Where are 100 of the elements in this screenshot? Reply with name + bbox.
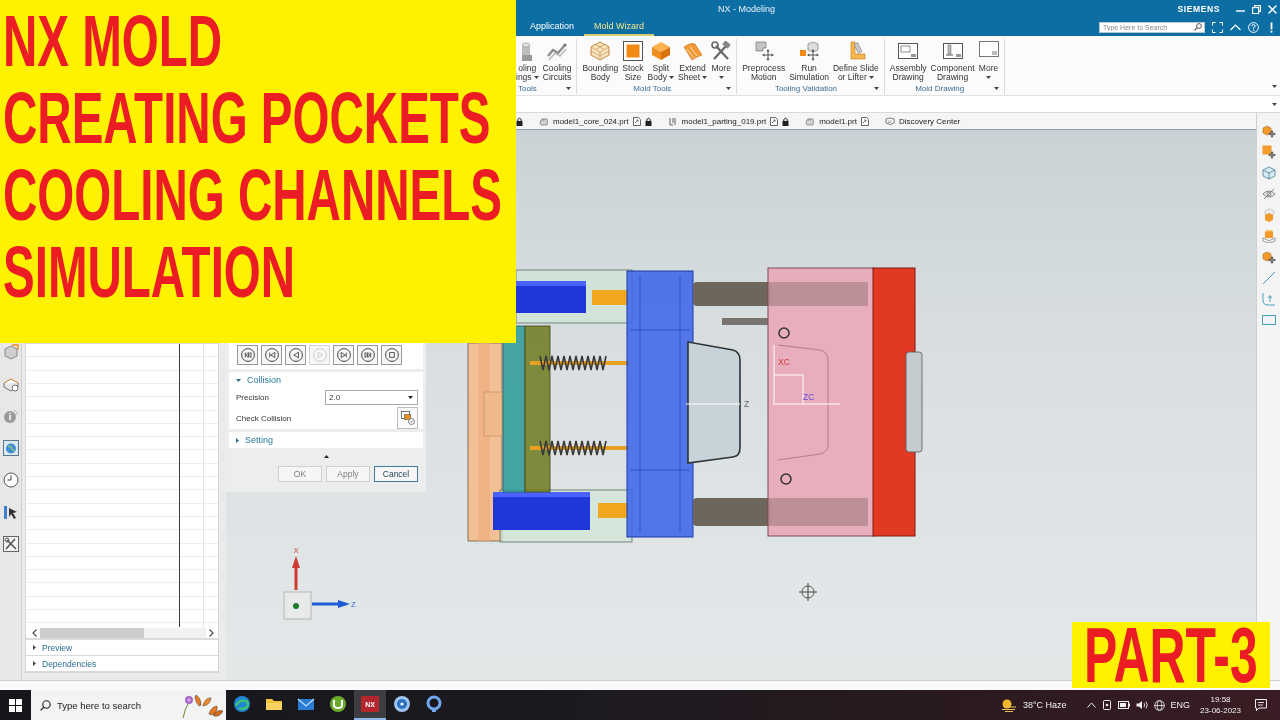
caret-up-icon[interactable] (323, 455, 329, 458)
group-label: Mold Tools (632, 84, 673, 93)
part-icon (805, 116, 816, 126)
caret-down-icon[interactable] (986, 76, 992, 79)
caret-down-icon[interactable] (993, 87, 999, 90)
line-icon[interactable] (1261, 271, 1276, 285)
section-header[interactable]: Collision (229, 372, 423, 388)
pointer-icon[interactable] (2, 504, 19, 520)
ribbon-button[interactable]: Component Drawing (930, 40, 975, 82)
z-axis-arrow (312, 600, 350, 608)
ribbon-button[interactable]: More (978, 40, 999, 82)
cube-icon (650, 41, 671, 61)
scrollbar-thumb[interactable] (40, 627, 144, 638)
file-tab[interactable]: model1_parting_019.prt (667, 116, 790, 126)
restore-icon[interactable] (1251, 4, 1261, 14)
cube-move-icon[interactable] (1261, 124, 1276, 138)
caret-down-icon[interactable] (1272, 102, 1277, 106)
cube-move-icon[interactable] (1261, 250, 1276, 264)
square-move-icon[interactable] (1261, 145, 1276, 159)
playback-button[interactable] (381, 345, 402, 365)
file-tab[interactable]: model1_core_024.prt (539, 116, 652, 126)
notification-icon[interactable] (1255, 699, 1267, 711)
playback-button[interactable] (357, 345, 378, 365)
caret-right-icon[interactable] (33, 645, 36, 650)
battery-icon[interactable] (1117, 701, 1130, 709)
file-tab[interactable]: model1.prt (805, 116, 869, 126)
group-label: Mold Drawing (914, 84, 966, 93)
part-icon (539, 116, 549, 126)
clock-icon[interactable] (2, 472, 19, 488)
tools-icon (711, 41, 732, 61)
section-header[interactable]: Dependencies (26, 656, 218, 672)
rectangle-icon[interactable] (1261, 313, 1276, 327)
chevron-left-icon[interactable] (32, 628, 37, 637)
wireframe-box-icon (590, 41, 611, 61)
playback-button[interactable] (333, 345, 354, 365)
file-tab[interactable]: Discovery Center (884, 116, 961, 126)
caret-down-icon[interactable] (566, 87, 572, 90)
language-indicator[interactable]: ENG (1170, 700, 1191, 710)
ribbon-button[interactable]: Define Slide or Lifter (832, 40, 879, 82)
ribbon-button[interactable]: Assembly Drawing (889, 40, 927, 82)
ribbon-button[interactable]: Extend Sheet (678, 40, 708, 82)
caret-down-icon[interactable] (726, 87, 732, 90)
caret-down-icon[interactable] (533, 76, 539, 79)
ribbon-button[interactable]: Preprocess Motion (742, 40, 786, 82)
fullscreen-icon[interactable] (1212, 21, 1223, 33)
skip-forward-icon (360, 348, 375, 362)
stacked-parts-icon[interactable] (2, 376, 19, 392)
playback-button[interactable] (237, 345, 258, 365)
headline-text: COOLING CHANNELS (3, 157, 502, 234)
ribbon-button[interactable]: Split Body (647, 40, 674, 82)
chevron-up-icon[interactable] (1086, 702, 1096, 708)
chevron-right-icon[interactable] (209, 628, 214, 637)
cylinder-icon[interactable] (1261, 229, 1276, 243)
step-forward-icon (336, 348, 351, 362)
close-icon[interactable] (1267, 4, 1277, 14)
weather-text[interactable]: 38°C Haze (1022, 700, 1067, 710)
move-arrows-icon (753, 41, 774, 61)
dialog-button[interactable]: Cancel (374, 466, 418, 482)
caret-down-icon[interactable] (702, 76, 708, 79)
caret-right-icon[interactable] (236, 437, 239, 443)
cylinder-icon (522, 41, 533, 61)
playback-button[interactable] (261, 345, 282, 365)
check-collision-button[interactable] (397, 407, 418, 429)
step-back-icon (264, 348, 279, 362)
caret-right-icon[interactable] (33, 661, 36, 666)
origin-cube-icon (283, 591, 312, 620)
eye-slash-icon[interactable] (1261, 187, 1276, 201)
help-icon[interactable] (1248, 21, 1259, 33)
caret-down-icon[interactable] (873, 87, 879, 90)
overlap-squares-icon (400, 411, 415, 425)
ribbon-button[interactable]: Stock Size (622, 40, 644, 82)
ribbon-button[interactable]: oling ings (516, 40, 539, 82)
window-title: NX - Modeling (718, 4, 776, 14)
clock[interactable]: 19:58 23-06-2023 (1200, 694, 1241, 716)
ribbon-button[interactable]: More (711, 40, 732, 82)
simulation-icon (799, 41, 820, 61)
search-input[interactable]: Type here to search (57, 699, 167, 711)
section-header[interactable]: Preview (26, 640, 218, 656)
section-header[interactable]: Setting (229, 432, 423, 448)
weather-icon[interactable] (1000, 698, 1017, 712)
ribbon-button[interactable]: Cooling Circuits (542, 40, 572, 82)
caret-down-icon[interactable] (718, 76, 724, 79)
caret-down-icon[interactable] (669, 76, 674, 79)
ribbon-button[interactable]: Bounding Body (582, 40, 619, 82)
ribbon-button[interactable]: Run Simulation (789, 40, 829, 82)
play-icon (312, 348, 327, 362)
playback-button[interactable] (285, 345, 306, 365)
caret-down-icon[interactable] (408, 396, 413, 399)
caret-down-icon[interactable] (1272, 85, 1277, 88)
drawing-sheet-icon (898, 41, 919, 61)
x-axis-arrow (292, 556, 300, 590)
disc-icon (393, 695, 411, 713)
caret-down-icon[interactable] (868, 76, 874, 79)
menu-tab[interactable]: Application (520, 18, 585, 36)
part-label: PART-3 (1084, 622, 1258, 688)
speaker-icon[interactable] (1135, 700, 1148, 710)
tools-icon[interactable] (2, 536, 19, 552)
device-icon[interactable] (1101, 700, 1112, 710)
precision-dropdown[interactable]: 2.0 (325, 390, 418, 405)
start-icon[interactable] (9, 698, 22, 712)
